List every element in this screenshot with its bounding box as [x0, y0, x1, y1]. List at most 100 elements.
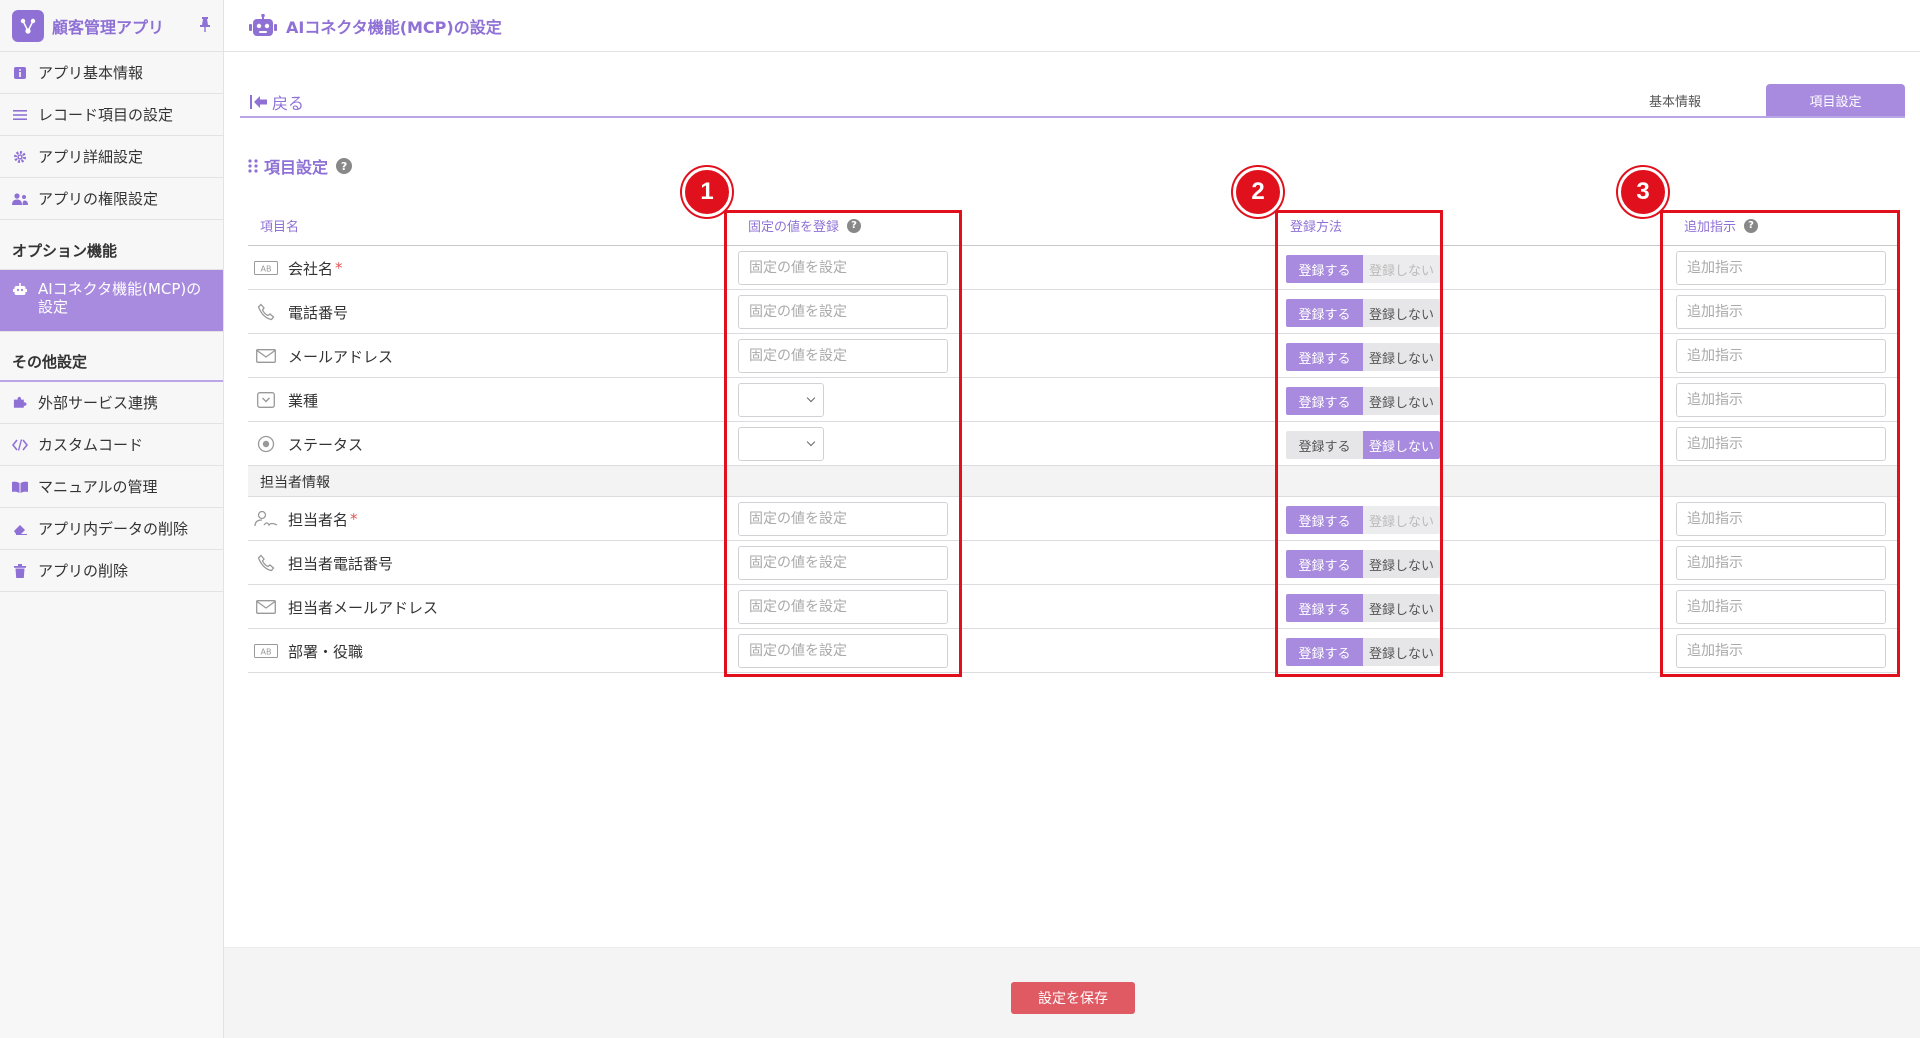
drag-handle-icon — [248, 159, 258, 173]
field-label: メールアドレス — [288, 347, 394, 366]
network-icon — [12, 9, 44, 42]
annotation-number-3: 3 — [1618, 167, 1668, 217]
field-label: ステータス — [288, 435, 364, 454]
text-field-icon: AB — [254, 642, 278, 660]
sidebar-item-manual[interactable]: マニュアルの管理 — [0, 466, 223, 508]
sidebar-item-label: 外部サービス連携 — [38, 394, 159, 412]
mail-icon — [254, 347, 278, 365]
field-name: 担当者メールアドレス — [254, 585, 440, 629]
table-row: ステータス 登録する 登録しない — [248, 422, 1900, 466]
section-title-text: 項目設定 — [264, 158, 329, 177]
field-label: 担当者電話番号 — [288, 554, 394, 573]
group-row: 担当者情報 — [248, 466, 1900, 497]
table-body: AB 会社名 * 登録する 登録しない 電話番号 登録する 登録しない メールア… — [248, 246, 1900, 673]
sidebar-item-label: アプリの削除 — [38, 562, 129, 580]
field-name: AB 部署・役職 — [254, 629, 365, 673]
sidebar-item-label: レコード項目の設定 — [38, 106, 174, 124]
field-name: メールアドレス — [254, 334, 395, 378]
sidebar-item-basic-info[interactable]: アプリ基本情報 — [0, 52, 223, 94]
table-row: メールアドレス 登録する 登録しない — [248, 334, 1900, 378]
back-arrow-icon — [250, 95, 252, 109]
sidebar-item-label: アプリ基本情報 — [38, 64, 144, 82]
field-settings-table: 項目名 固定の値を登録 ? 登録方法 追加指示 ? AB 会社名 * 登録する … — [248, 208, 1900, 673]
code-icon — [12, 437, 28, 453]
annotation-box-extra — [1660, 210, 1900, 677]
table-row: AB 部署・役職 登録する 登録しない — [248, 629, 1900, 673]
back-button[interactable]: 戻る — [250, 90, 304, 114]
field-label: 会社名 — [288, 259, 334, 278]
sidebar-item-delete-app[interactable]: アプリの削除 — [0, 550, 223, 592]
field-name: 担当者名 * — [254, 497, 358, 541]
table-row: AB 会社名 * 登録する 登録しない — [248, 246, 1900, 290]
annotation-number-1: 1 — [682, 167, 732, 217]
sidebar-item-detail-settings[interactable]: アプリ詳細設定 — [0, 136, 223, 178]
group-label: 担当者情報 — [260, 475, 330, 491]
field-name: 業種 — [254, 378, 320, 422]
table-row: 業種 登録する 登録しない — [248, 378, 1900, 422]
sidebar-item-ai-connector[interactable]: AIコネクタ機能(MCP)の設定 — [0, 270, 223, 332]
book-icon — [12, 479, 28, 495]
phone-icon — [254, 303, 278, 321]
pin-icon[interactable] — [199, 16, 211, 36]
sidebar-header: 顧客管理アプリ — [0, 0, 223, 52]
sidebar: 顧客管理アプリ アプリ基本情報 レコード項目の設定 アプリ詳細設定 アプリの権限… — [0, 0, 224, 1038]
footer: 設定を保存 — [224, 947, 1920, 1038]
sidebar-item-label: アプリ詳細設定 — [38, 148, 144, 166]
sidebar-section-other: その他設定 — [0, 332, 223, 382]
arrow-left-icon — [254, 96, 267, 108]
tab-basic-info[interactable]: 基本情報 — [1630, 84, 1720, 116]
sidebar-item-delete-data[interactable]: アプリ内データの削除 — [0, 508, 223, 550]
table-row: 担当者名 * 登録する 登録しない — [248, 497, 1900, 541]
info-icon — [12, 65, 28, 81]
help-icon[interactable]: ? — [336, 158, 353, 174]
tab-item-settings[interactable]: 項目設定 — [1766, 84, 1905, 116]
field-label: 電話番号 — [288, 303, 349, 322]
sidebar-item-external-services[interactable]: 外部サービス連携 — [0, 382, 223, 424]
field-label: 担当者メールアドレス — [288, 598, 439, 617]
nav-bar: 戻る 基本情報 項目設定 — [240, 84, 1905, 118]
person-sign-icon — [254, 510, 278, 528]
svg-text:AB: AB — [261, 265, 272, 274]
app-name: 顧客管理アプリ — [52, 17, 165, 37]
trash-icon — [12, 563, 28, 579]
sidebar-item-label: アプリ内データの削除 — [38, 520, 189, 538]
sidebar-item-custom-code[interactable]: カスタムコード — [0, 424, 223, 466]
mail-icon — [254, 598, 278, 616]
required-mark: * — [335, 259, 343, 277]
field-label: 担当者名 — [288, 510, 349, 529]
radio-icon — [254, 435, 278, 453]
sidebar-section-options: オプション機能 — [0, 220, 223, 270]
field-name: 担当者電話番号 — [254, 541, 395, 585]
field-name: AB 会社名 * — [254, 246, 343, 290]
table-row: 担当者メールアドレス 登録する 登録しない — [248, 585, 1900, 629]
annotation-box-fixed — [724, 210, 962, 677]
users-icon — [12, 191, 28, 207]
sidebar-item-label: AIコネクタ機能(MCP)の設定 — [38, 280, 202, 316]
page-header: AIコネクタ機能(MCP)の設定 — [224, 0, 1920, 52]
sidebar-item-permissions[interactable]: アプリの権限設定 — [0, 178, 223, 220]
field-label: 業種 — [288, 391, 319, 410]
save-button[interactable]: 設定を保存 — [1011, 982, 1135, 1014]
annotation-number-2: 2 — [1233, 167, 1283, 217]
robot-icon — [12, 281, 28, 297]
eraser-icon — [12, 521, 28, 537]
header-field-name: 項目名 — [260, 220, 300, 235]
robot-icon — [248, 13, 278, 39]
table-row: 担当者電話番号 登録する 登録しない — [248, 541, 1900, 585]
section-title: 項目設定 ? — [248, 154, 353, 178]
field-label: 部署・役職 — [288, 642, 364, 661]
gear-icon — [12, 149, 28, 165]
sidebar-item-label: アプリの権限設定 — [38, 190, 159, 208]
page-title: AIコネクタ機能(MCP)の設定 — [286, 17, 502, 37]
annotation-box-method — [1275, 210, 1443, 677]
table-row: 電話番号 登録する 登録しない — [248, 290, 1900, 334]
svg-text:AB: AB — [261, 648, 272, 657]
back-label: 戻る — [272, 94, 305, 113]
required-mark: * — [350, 510, 358, 528]
sidebar-item-label: カスタムコード — [38, 436, 144, 454]
field-name: 電話番号 — [254, 290, 350, 334]
puzzle-icon — [12, 395, 28, 411]
field-name: ステータス — [254, 422, 365, 466]
dropdown-icon — [254, 391, 278, 409]
sidebar-item-record-fields[interactable]: レコード項目の設定 — [0, 94, 223, 136]
